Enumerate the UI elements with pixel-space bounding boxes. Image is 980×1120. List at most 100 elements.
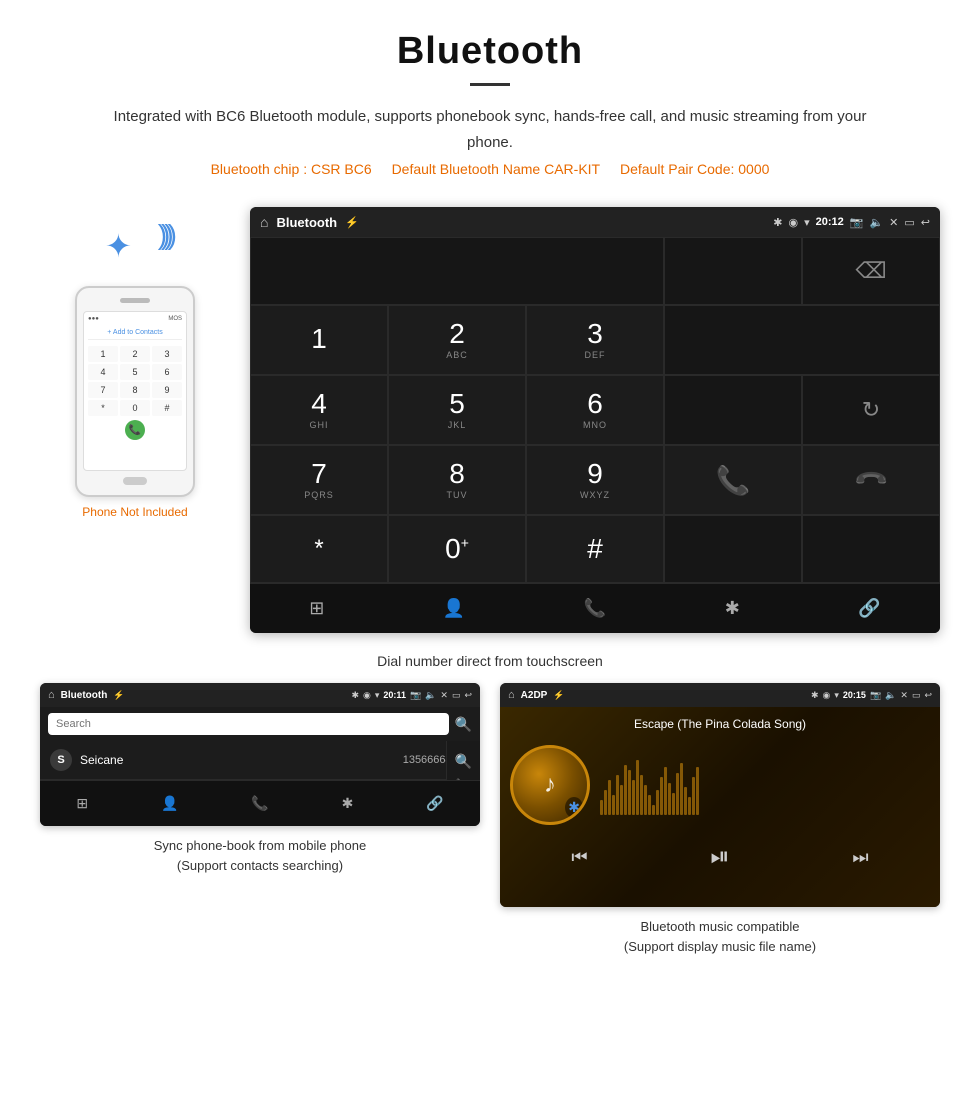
music-loc-icon: ◉ (823, 690, 831, 701)
phone-call-button[interactable]: 📞 (125, 420, 145, 440)
dialer-empty-2 (664, 305, 940, 375)
nav-phone-button[interactable]: 📞 (572, 594, 618, 623)
play-pause-button[interactable]: ⏯ (710, 843, 729, 871)
status-bar-left: ⌂ Bluetooth ⚡ (260, 214, 359, 230)
wave-bar (612, 795, 615, 815)
phone-key-4[interactable]: 4 (88, 364, 118, 380)
wave-bar (620, 785, 623, 815)
music-vol-icon: 🔈 (885, 690, 896, 701)
pb-nav-phone[interactable]: 📞 (239, 791, 280, 816)
pb-home-icon[interactable]: ⌂ (48, 689, 55, 701)
phone-status-bar: ●●● MOS (88, 316, 182, 322)
wave-bar (680, 763, 683, 815)
dialer-key-9[interactable]: 9 WXYZ (526, 445, 664, 515)
phone-key-8[interactable]: 8 (120, 382, 150, 398)
dialer-key-3[interactable]: 3 DEF (526, 305, 664, 375)
pb-nav-grid[interactable]: ⊞ (64, 791, 100, 816)
dialer-empty-3 (664, 375, 802, 445)
pb-contact-row[interactable]: S Seicane 13566664466 (40, 741, 480, 780)
phone-key-6[interactable]: 6 (152, 364, 182, 380)
dialer-key-star[interactable]: * (250, 515, 388, 583)
nav-contact-button[interactable]: 👤 (431, 594, 477, 623)
pb-status-bar: ⌂ Bluetooth ⚡ ✱ ◉ ▾ 20:11 📷 🔈 ✕ ▭ ↩ (40, 683, 480, 707)
phone-key-7[interactable]: 7 (88, 382, 118, 398)
wave-bar (604, 790, 607, 815)
call-green-cell[interactable]: 📞 (664, 445, 802, 515)
phone-speaker (120, 298, 150, 303)
status-title: Bluetooth (276, 215, 337, 230)
nav-bt-button[interactable]: ✱ (713, 594, 752, 623)
vol-status-icon[interactable]: 🔈 (869, 216, 883, 229)
dialer-key-0[interactable]: 0+ (388, 515, 526, 583)
pb-nav-bar: ⊞ 👤 📞 ✱ 🔗 (40, 780, 480, 826)
dialer-key-1[interactable]: 1 (250, 305, 388, 375)
dialer-key-8[interactable]: 8 TUV (388, 445, 526, 515)
wave-bar (600, 800, 603, 815)
backspace-icon: ⌫ (855, 258, 886, 284)
dialer-key-7[interactable]: 7 PQRS (250, 445, 388, 515)
phone-key-9[interactable]: 9 (152, 382, 182, 398)
camera-status-icon[interactable]: 📷 (850, 216, 864, 229)
phone-keypad-bottom: 📞 (88, 420, 182, 440)
search-icon[interactable]: 🔍 (455, 716, 472, 733)
next-track-button[interactable]: ⏭ (852, 847, 868, 868)
contact-avatar: S (50, 749, 72, 771)
dialer-key-5[interactable]: 5 JKL (388, 375, 526, 445)
phone-home-button[interactable] (123, 477, 147, 485)
home-icon[interactable]: ⌂ (260, 214, 268, 230)
title-divider (470, 83, 510, 86)
music-player-content: ♪ ✱ (510, 745, 930, 825)
dialer-nav-bar: ⊞ 👤 📞 ✱ 🔗 (250, 583, 940, 633)
music-title: A2DP (521, 690, 548, 701)
pb-nav-link[interactable]: 🔗 (414, 791, 455, 816)
dialer-empty-5 (802, 515, 940, 583)
spec-name: Default Bluetooth Name CAR-KIT (392, 161, 601, 177)
status-bar-right: ✱ ◉ ▾ 20:12 📷 🔈 ✕ ▭ ↩ (773, 216, 930, 229)
back-status-icon[interactable]: ↩ (921, 216, 930, 229)
pb-usb-icon: ⚡ (113, 690, 124, 701)
dialer-key-2[interactable]: 2 ABC (388, 305, 526, 375)
phone-keypad: 1 2 3 4 5 6 7 8 9 * 0 # (88, 346, 182, 416)
phone-key-5[interactable]: 5 (120, 364, 150, 380)
phone-key-1[interactable]: 1 (88, 346, 118, 362)
pb-nav-bt[interactable]: ✱ (330, 791, 366, 816)
phone-key-2[interactable]: 2 (120, 346, 150, 362)
reload-cell[interactable]: ↻ (802, 375, 940, 445)
phone-add-contacts: + Add to Contacts (88, 326, 182, 340)
wifi-signal-icon: )))) (158, 221, 171, 249)
pb-search-side-icon[interactable]: 🔍 (455, 753, 472, 770)
phone-key-star[interactable]: * (88, 400, 118, 416)
pb-title: Bluetooth (61, 690, 108, 701)
wave-bar (692, 777, 695, 815)
call-end-icon: 📞 (852, 461, 890, 499)
dialer-key-hash[interactable]: # (526, 515, 664, 583)
backspace-cell[interactable]: ⌫ (802, 237, 940, 305)
phone-key-0[interactable]: 0 (120, 400, 150, 416)
nav-grid-button[interactable]: ⊞ (297, 594, 336, 623)
music-waveform (600, 755, 930, 815)
phone-key-3[interactable]: 3 (152, 346, 182, 362)
dialer-key-4[interactable]: 4 GHI (250, 375, 388, 445)
wave-bar (668, 783, 671, 815)
dialer-key-6[interactable]: 6 MNO (526, 375, 664, 445)
wave-bar (652, 805, 655, 815)
prev-track-button[interactable]: ⏮ (571, 847, 587, 868)
close-status-icon[interactable]: ✕ (889, 216, 898, 229)
bottom-section: ⌂ Bluetooth ⚡ ✱ ◉ ▾ 20:11 📷 🔈 ✕ ▭ ↩ (0, 683, 980, 976)
pb-side-icons: 🔍 📞 ↻ (446, 741, 480, 780)
wave-bar (676, 773, 679, 815)
nav-link-button[interactable]: 🔗 (846, 594, 892, 623)
page-description: Integrated with BC6 Bluetooth module, su… (110, 104, 870, 155)
spec-pair: Default Pair Code: 0000 (620, 161, 769, 177)
dialer-empty-1 (664, 237, 802, 305)
music-back-icon: ↩ (924, 690, 932, 701)
music-cam-icon: 📷 (870, 690, 881, 701)
pb-phone-side-icon[interactable]: 📞 (455, 778, 472, 780)
music-home-icon[interactable]: ⌂ (508, 689, 515, 701)
music-screen: ⌂ A2DP ⚡ ✱ ◉ ▾ 20:15 📷 🔈 ✕ ▭ ↩ (500, 683, 940, 907)
window-status-icon[interactable]: ▭ (904, 216, 914, 229)
phone-key-hash[interactable]: # (152, 400, 182, 416)
pb-search-input[interactable] (48, 713, 449, 735)
call-red-cell[interactable]: 📞 (802, 445, 940, 515)
pb-nav-contact[interactable]: 👤 (149, 791, 190, 816)
